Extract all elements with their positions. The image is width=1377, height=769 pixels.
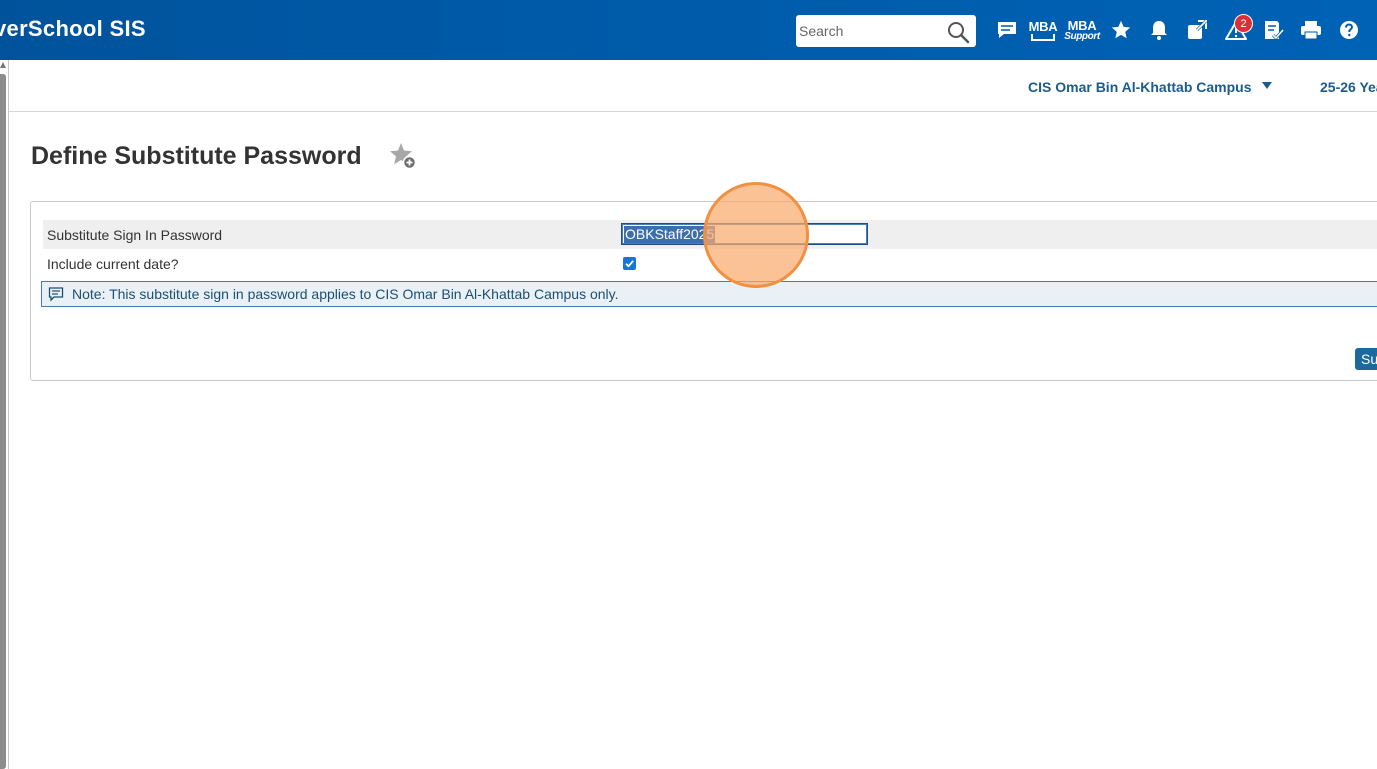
external-link-icon[interactable] [1185,14,1209,46]
password-label: Substitute Sign In Password [47,227,223,243]
chevron-down-icon[interactable] [1262,82,1272,89]
scroll-up-icon[interactable] [0,62,6,68]
include-date-checkbox[interactable] [623,257,636,270]
tray-icon [1031,33,1055,41]
print-icon[interactable] [1299,14,1323,46]
term-selector[interactable]: 25-26 Yea [1320,79,1377,95]
mba-icon[interactable]: MBA [1028,14,1058,46]
page-title: Define Substitute Password [31,142,362,170]
scrollbar-thumb[interactable] [0,74,6,769]
help-icon[interactable] [1338,14,1360,46]
search-input[interactable] [796,15,946,47]
alerts-count-badge: 2 [1234,14,1253,33]
submit-button[interactable]: Su [1355,348,1377,370]
mba-support-icon[interactable]: MBA Support [1064,14,1100,46]
note-text: Note: This substitute sign in password a… [72,286,619,302]
star-icon[interactable] [1109,14,1133,46]
left-scrollbar[interactable] [0,60,9,769]
search-box [796,15,976,47]
school-selector[interactable]: CIS Omar Bin Al-Khattab Campus [1028,79,1252,95]
app-brand[interactable]: verSchool SIS [0,16,146,42]
top-navigation-bar: verSchool SIS MBA MBA Support [0,0,1377,60]
messages-icon[interactable] [995,14,1019,46]
checklist-icon[interactable] [1261,14,1285,46]
app-window: verSchool SIS MBA MBA Support [0,0,1377,769]
bell-icon[interactable] [1148,14,1170,46]
include-date-label: Include current date? [47,256,179,272]
checkmark-icon [625,260,634,268]
substitute-password-input[interactable] [621,223,868,245]
add-favorite-icon[interactable] [388,141,418,171]
comment-icon [48,287,64,302]
search-icon[interactable] [946,20,970,44]
